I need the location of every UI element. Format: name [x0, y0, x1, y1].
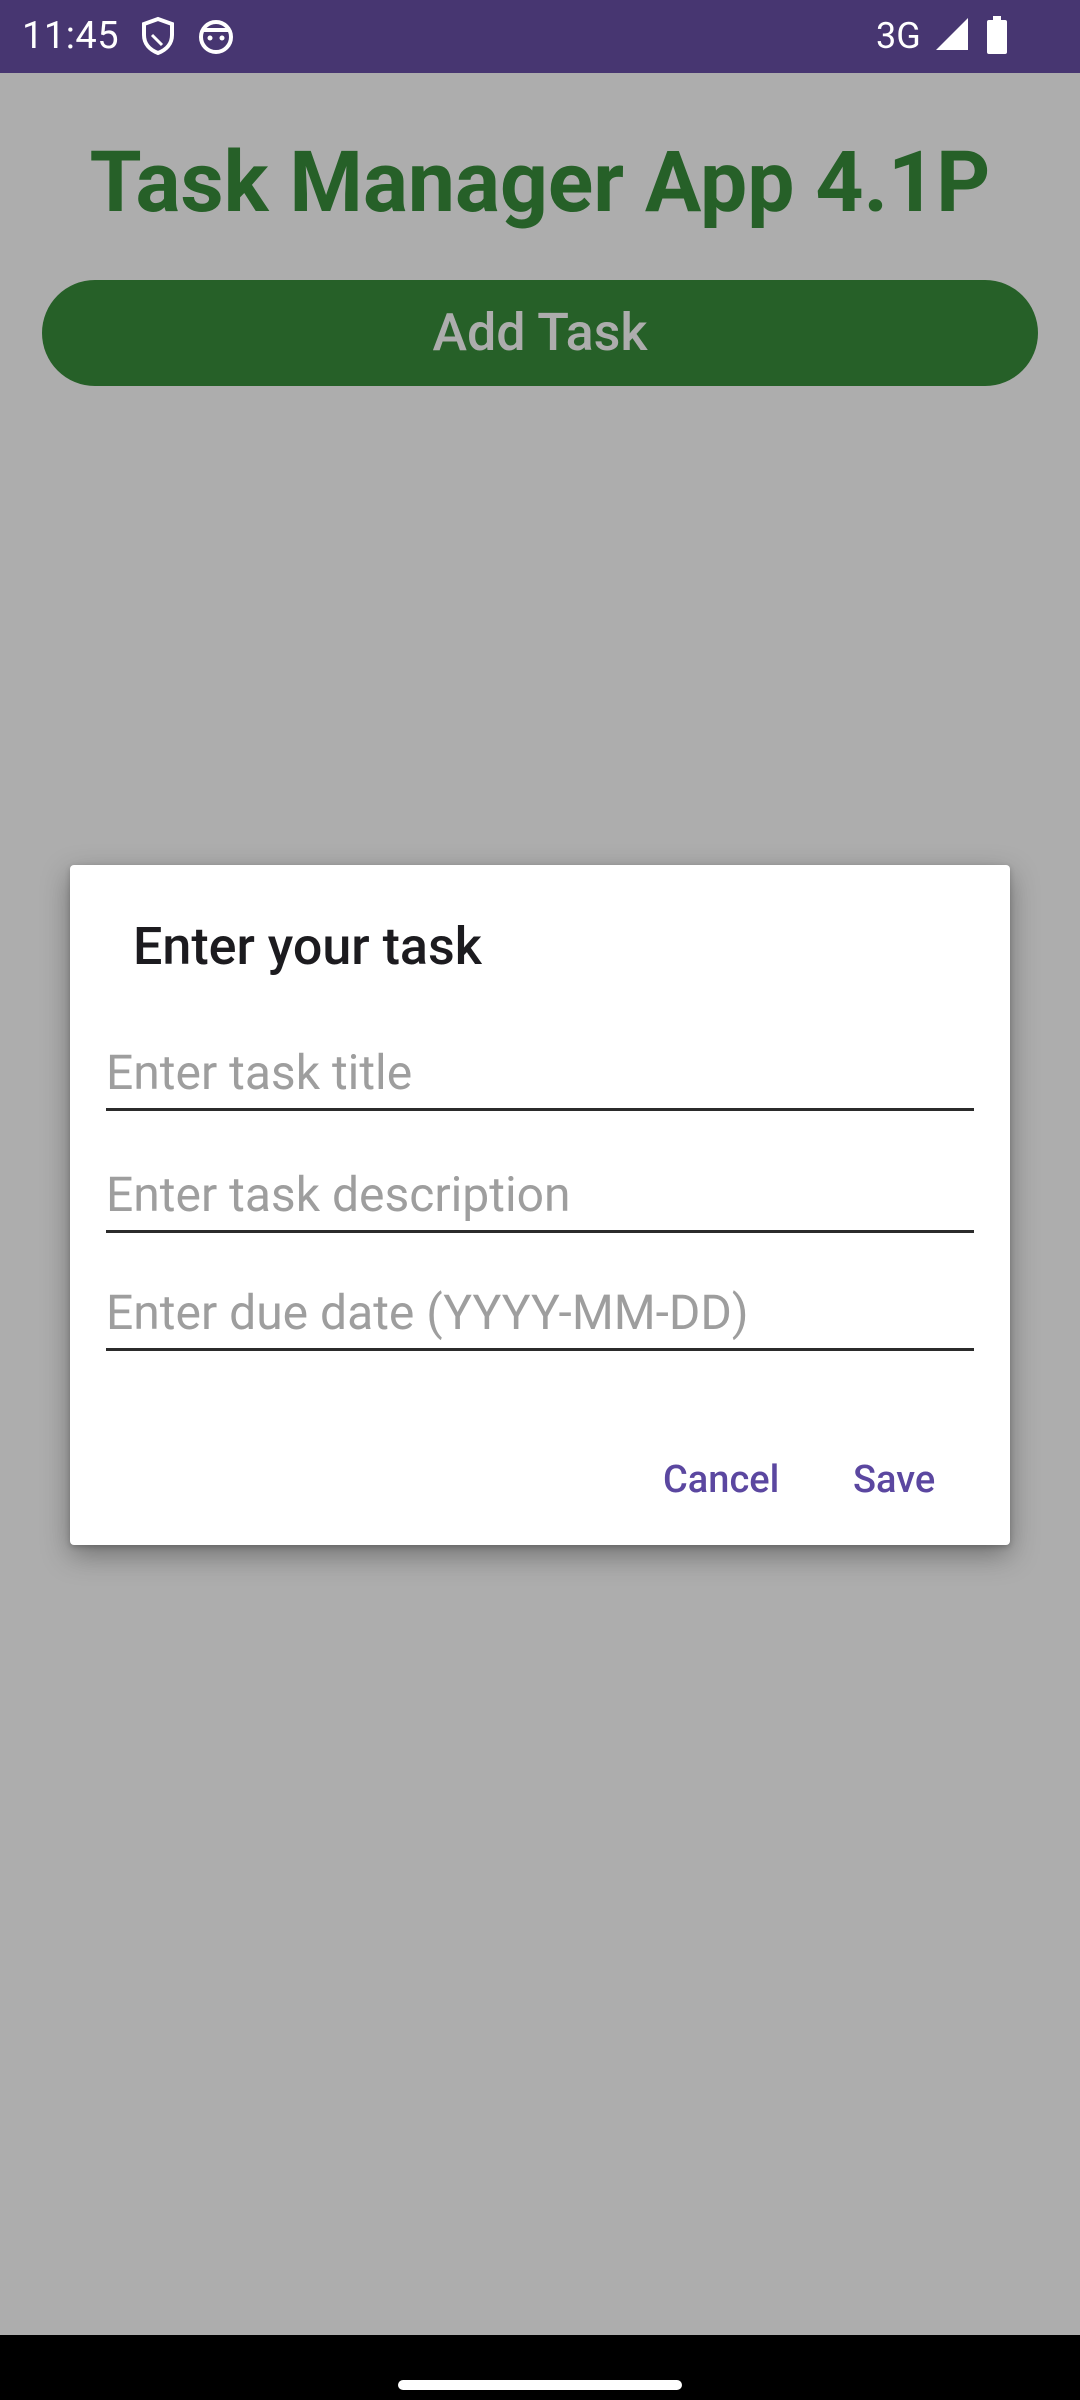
cancel-button[interactable]: Cancel [663, 1445, 779, 1515]
navigation-bar [0, 2335, 1080, 2400]
task-description-field[interactable] [106, 1158, 974, 1233]
task-title-input[interactable] [106, 1036, 974, 1108]
network-type: 3G [876, 15, 921, 57]
status-time: 11:45 [22, 14, 120, 58]
save-button[interactable]: Save [853, 1445, 935, 1515]
due-date-field[interactable] [106, 1276, 974, 1351]
battery-icon [986, 16, 1026, 56]
status-bar: 11:45 3G [0, 0, 1080, 73]
home-indicator[interactable] [398, 2380, 682, 2390]
android-face-icon [196, 16, 236, 56]
shield-icon [140, 16, 180, 56]
signal-icon [934, 16, 974, 56]
due-date-input[interactable] [106, 1276, 974, 1348]
task-title-field[interactable] [106, 1036, 974, 1111]
dialog-title: Enter your task [133, 916, 482, 977]
task-description-input[interactable] [106, 1158, 974, 1230]
